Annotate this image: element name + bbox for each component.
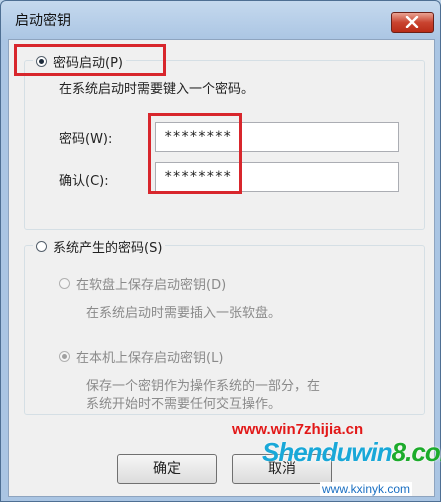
local-option-label: 在本机上保存启动密钥(L) xyxy=(76,350,224,366)
watermark-url-secondary: www.kxinyk.com xyxy=(320,482,413,496)
system-generated-radio[interactable]: 系统产生的密码(S) xyxy=(33,236,166,256)
local-option-radio[interactable]: 在本机上保存启动密钥(L) xyxy=(59,346,224,366)
watermark-url: www.win7zhijia.cn xyxy=(232,421,364,438)
floppy-description: 在系统启动时需要插入一张软盘。 xyxy=(86,306,282,321)
system-generated-label: 系统产生的密码(S) xyxy=(53,240,163,256)
floppy-option-radio[interactable]: 在软盘上保存启动密钥(D) xyxy=(59,273,227,293)
close-icon xyxy=(405,16,419,28)
password-label: 密码(W): xyxy=(59,132,113,147)
ok-button[interactable]: 确定 xyxy=(117,454,217,484)
local-description-line2: 系统开始时不需要任何交互操作。 xyxy=(86,397,282,412)
highlight-box-option xyxy=(14,44,166,76)
local-description-line1: 保存一个密钥作为操作系统的一部分，在 xyxy=(86,379,321,394)
password-description: 在系统启动时需要键入一个密码。 xyxy=(59,82,255,97)
confirm-label: 确认(C): xyxy=(59,174,109,189)
radio-button[interactable] xyxy=(59,277,70,289)
radio-button[interactable] xyxy=(36,240,47,252)
watermark-logo-domain: 8.com xyxy=(391,437,441,467)
title-bar[interactable]: 启动密钥 xyxy=(1,1,440,35)
watermark-logo: Shenduwin8.com xyxy=(262,437,441,468)
close-button[interactable] xyxy=(391,12,434,33)
highlight-box-fields xyxy=(148,113,242,194)
startup-key-dialog: 启动密钥 密码启动(P) 在系统启动时需要键入一个密码。 密码(W): ****… xyxy=(0,0,441,502)
window-title: 启动密钥 xyxy=(15,13,71,29)
radio-button[interactable] xyxy=(59,350,70,362)
watermark-logo-text: Shenduwin xyxy=(262,437,393,467)
dialog-body: 密码启动(P) 在系统启动时需要键入一个密码。 密码(W): ******** … xyxy=(8,39,435,497)
floppy-option-label: 在软盘上保存启动密钥(D) xyxy=(76,277,227,293)
